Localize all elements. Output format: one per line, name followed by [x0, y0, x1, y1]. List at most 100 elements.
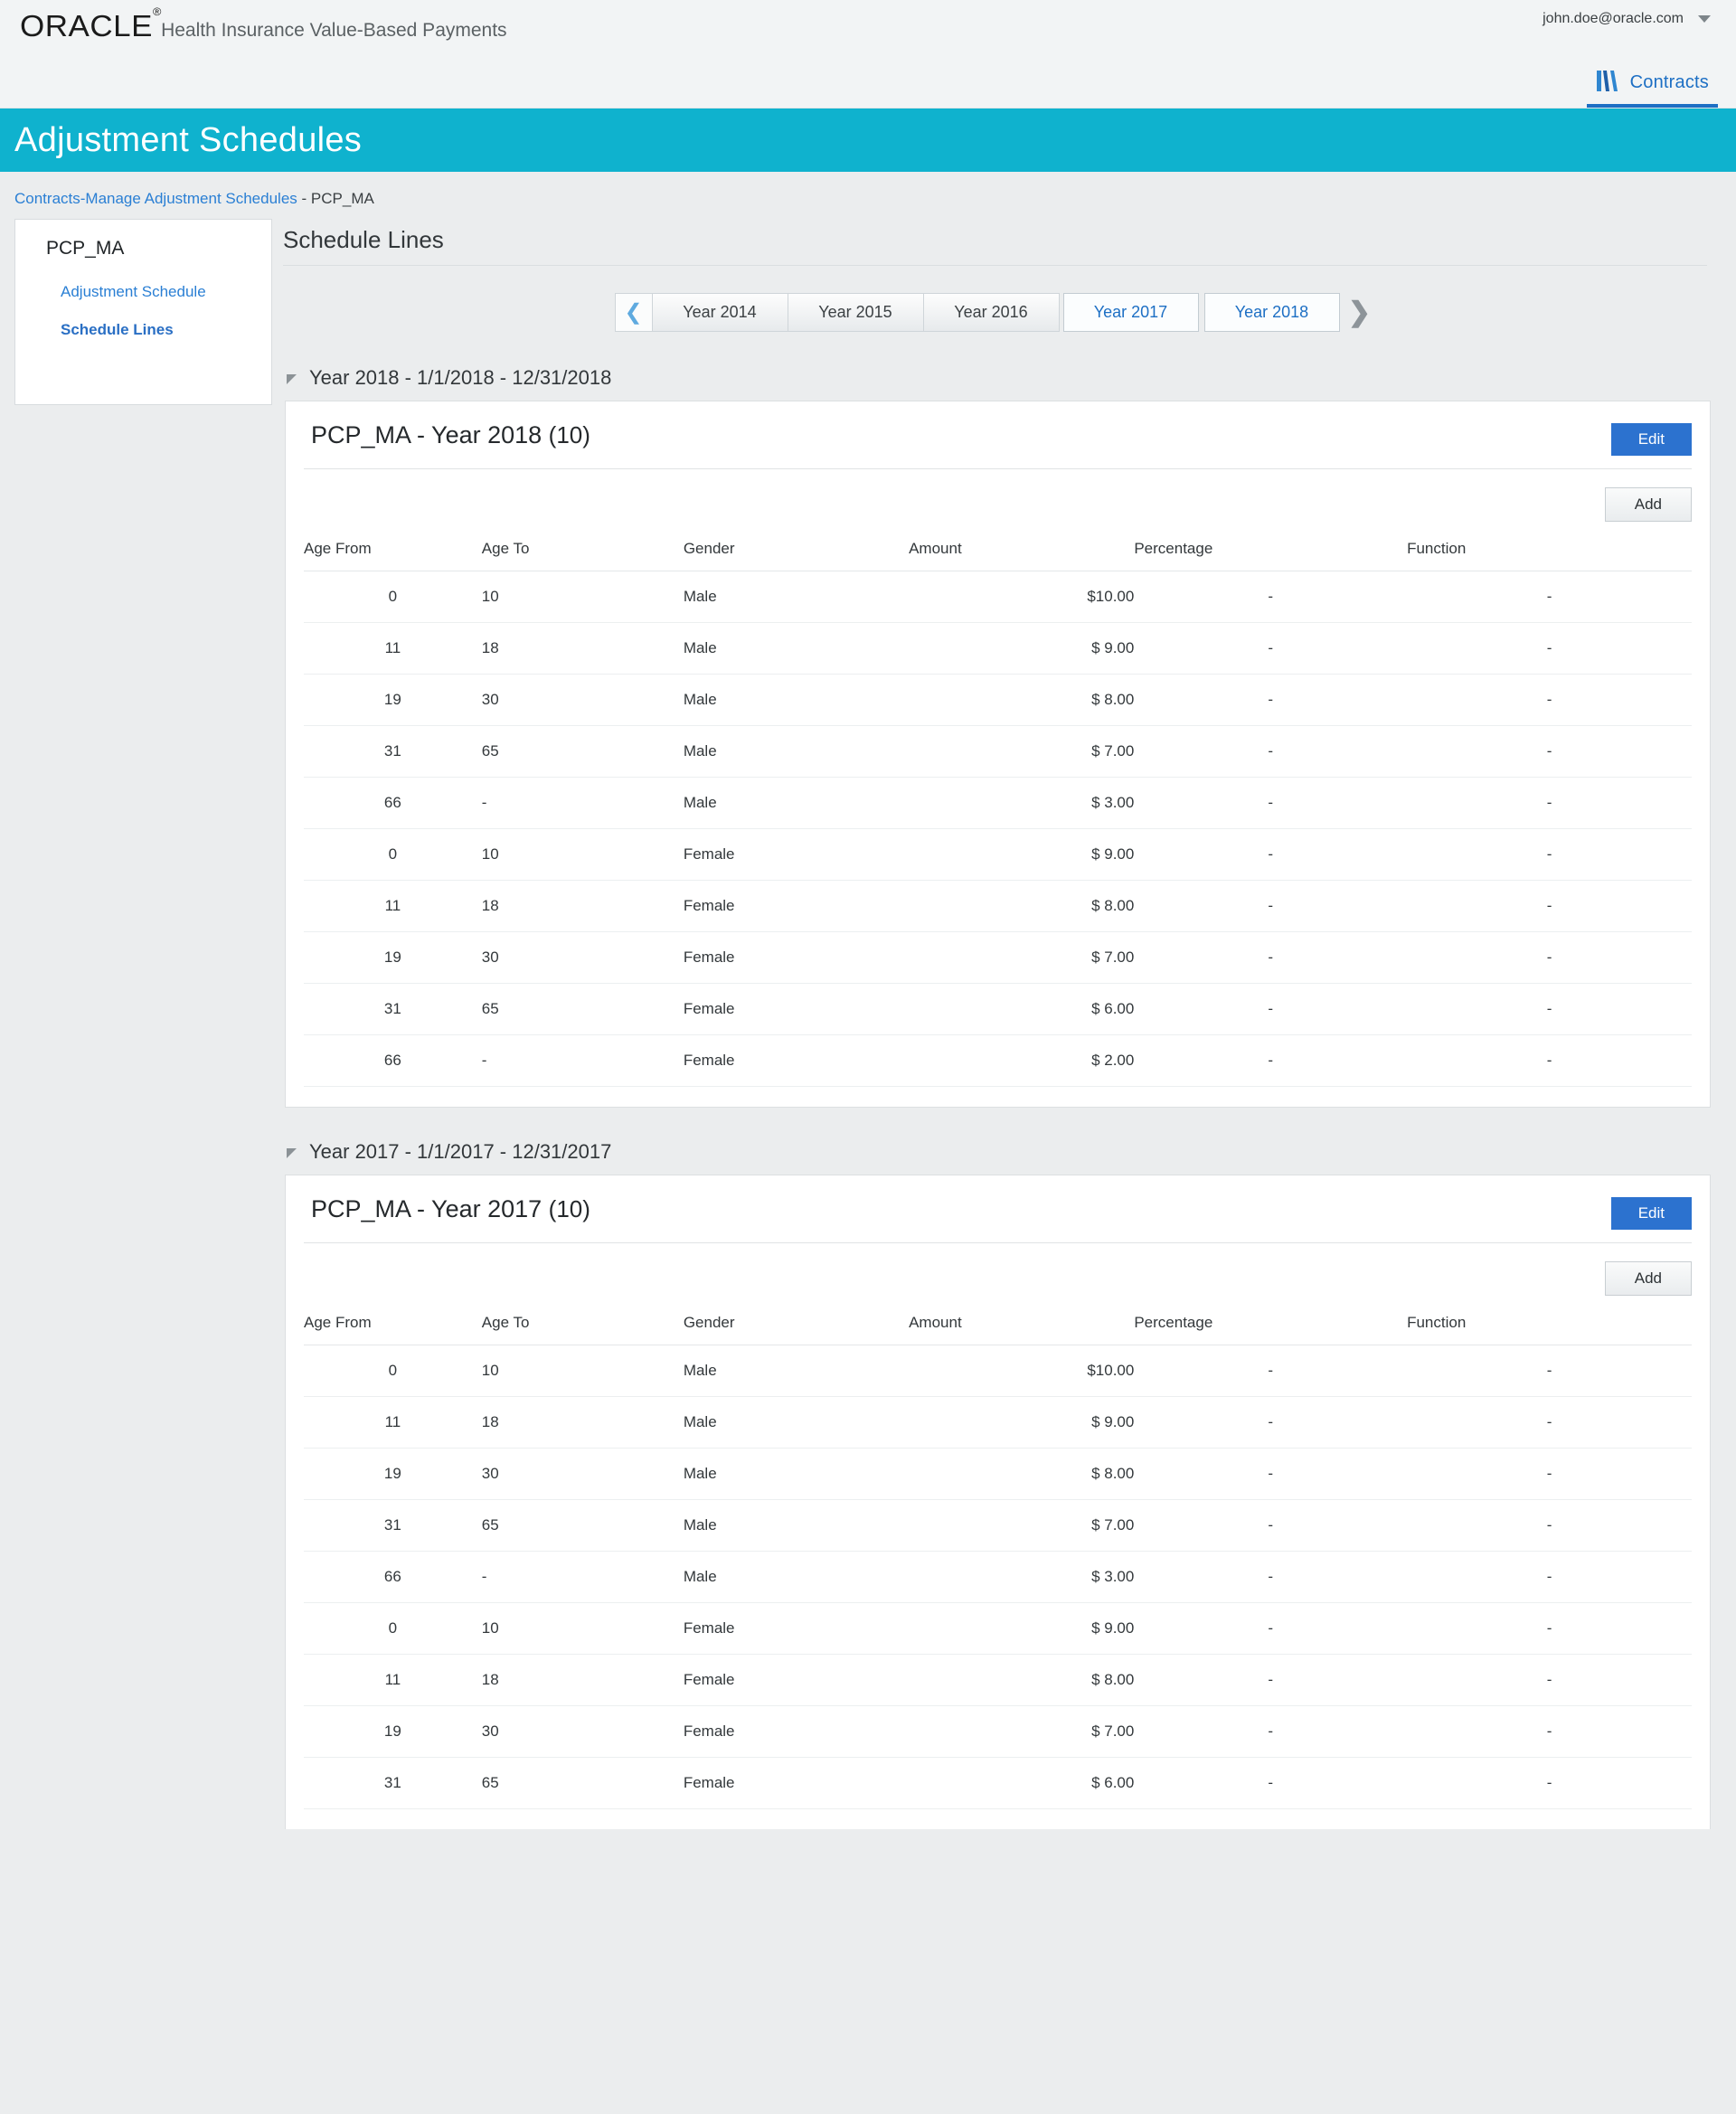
- add-button-2018[interactable]: Add: [1605, 487, 1692, 522]
- year-group-2018-header[interactable]: Year 2018 - 1/1/2018 - 12/31/2018: [283, 355, 1711, 401]
- table-row[interactable]: 66 - Female $ 2.00 - -: [304, 1035, 1692, 1087]
- schedule-table-2017-head: Age From Age To Gender Amount Percentage…: [304, 1308, 1692, 1345]
- table-row[interactable]: 19 30 Male $ 8.00 - -: [304, 675, 1692, 726]
- cell-age-to: 18: [482, 623, 684, 675]
- cell-age-from: 66: [304, 778, 482, 829]
- cell-function: -: [1407, 1500, 1692, 1552]
- cell-gender: Male: [684, 1552, 909, 1603]
- cell-age-from: 11: [304, 1655, 482, 1706]
- cell-percentage: -: [1134, 1552, 1407, 1603]
- cell-percentage: -: [1134, 1449, 1407, 1500]
- col-header-age-to: Age To: [482, 1308, 684, 1345]
- table-row[interactable]: 19 30 Female $ 7.00 - -: [304, 932, 1692, 984]
- col-header-percentage: Percentage: [1134, 534, 1407, 571]
- col-header-amount: Amount: [909, 1308, 1134, 1345]
- cell-amount: $10.00: [909, 571, 1134, 623]
- sidebar-item-adjustment-schedule[interactable]: Adjustment Schedule: [61, 283, 253, 301]
- breadcrumb-current: PCP_MA: [311, 190, 374, 207]
- table-row[interactable]: 11 18 Male $ 9.00 - -: [304, 623, 1692, 675]
- cell-percentage: -: [1134, 675, 1407, 726]
- cell-function: -: [1407, 1758, 1692, 1809]
- triangle-collapse-icon[interactable]: [287, 1148, 297, 1158]
- cell-age-from: 31: [304, 1500, 482, 1552]
- table-row[interactable]: 66 - Male $ 3.00 - -: [304, 1552, 1692, 1603]
- year-tab-2015[interactable]: Year 2015: [788, 293, 924, 332]
- cell-amount: $ 9.00: [909, 1603, 1134, 1655]
- cell-amount: $ 3.00: [909, 1552, 1134, 1603]
- cell-function: -: [1407, 675, 1692, 726]
- cell-gender: Male: [684, 1500, 909, 1552]
- cell-age-from: 66: [304, 1035, 482, 1087]
- cell-age-to: 65: [482, 984, 684, 1035]
- cell-function: -: [1407, 778, 1692, 829]
- cell-function: -: [1407, 1706, 1692, 1758]
- cell-age-from: 19: [304, 1449, 482, 1500]
- year-pager: ❮ Year 2014 Year 2015 Year 2016 Year 201…: [283, 293, 1711, 332]
- cell-percentage: -: [1134, 829, 1407, 881]
- breadcrumb: Contracts-Manage Adjustment Schedules - …: [0, 172, 1736, 219]
- table-row[interactable]: 11 18 Female $ 8.00 - -: [304, 1655, 1692, 1706]
- cell-amount: $ 7.00: [909, 726, 1134, 778]
- oracle-logo-text: ORACLE: [20, 9, 153, 42]
- add-button-2017[interactable]: Add: [1605, 1261, 1692, 1296]
- table-row[interactable]: 11 18 Male $ 9.00 - -: [304, 1397, 1692, 1449]
- table-row[interactable]: 31 65 Male $ 7.00 - -: [304, 726, 1692, 778]
- cell-age-from: 31: [304, 726, 482, 778]
- chevron-left-icon[interactable]: ❮: [615, 293, 653, 332]
- cell-gender: Male: [684, 1397, 909, 1449]
- page-title: Adjustment Schedules: [14, 121, 362, 160]
- year-tab-2014[interactable]: Year 2014: [653, 293, 788, 332]
- cell-age-to: -: [482, 1035, 684, 1087]
- chevron-down-icon[interactable]: [1698, 15, 1711, 23]
- table-row[interactable]: 0 10 Male $10.00 - -: [304, 1345, 1692, 1397]
- cell-amount: $ 6.00: [909, 984, 1134, 1035]
- table-row[interactable]: 31 65 Male $ 7.00 - -: [304, 1500, 1692, 1552]
- table-row[interactable]: 0 10 Female $ 9.00 - -: [304, 829, 1692, 881]
- product-name: Health Insurance Value-Based Payments: [161, 20, 507, 42]
- main-panel: Schedule Lines ❮ Year 2014 Year 2015 Yea…: [283, 219, 1711, 1833]
- cell-age-to: 18: [482, 1655, 684, 1706]
- year-tab-2018[interactable]: Year 2018: [1204, 293, 1340, 332]
- cell-age-from: 31: [304, 984, 482, 1035]
- table-row[interactable]: 0 10 Female $ 9.00 - -: [304, 1603, 1692, 1655]
- cell-age-from: 0: [304, 1603, 482, 1655]
- cell-gender: Female: [684, 881, 909, 932]
- table-row[interactable]: 19 30 Male $ 8.00 - -: [304, 1449, 1692, 1500]
- table-row[interactable]: 31 65 Female $ 6.00 - -: [304, 1758, 1692, 1809]
- body-row: PCP_MA Adjustment Schedule Schedule Line…: [0, 219, 1736, 1833]
- year-tab-2016[interactable]: Year 2016: [924, 293, 1060, 332]
- cell-percentage: -: [1134, 1500, 1407, 1552]
- sidebar-item-schedule-lines[interactable]: Schedule Lines: [61, 321, 253, 339]
- table-row[interactable]: 11 18 Female $ 8.00 - -: [304, 881, 1692, 932]
- schedule-table-2018-body: 0 10 Male $10.00 - - 11 18 Male: [304, 571, 1692, 1087]
- year-tab-2017[interactable]: Year 2017: [1063, 293, 1199, 332]
- cell-amount: $ 8.00: [909, 1449, 1134, 1500]
- breadcrumb-link-contracts[interactable]: Contracts-Manage Adjustment Schedules: [14, 190, 297, 207]
- cell-age-from: 31: [304, 1758, 482, 1809]
- cell-function: -: [1407, 726, 1692, 778]
- tab-contracts[interactable]: Contracts: [1587, 63, 1718, 108]
- table-row[interactable]: 31 65 Female $ 6.00 - -: [304, 984, 1692, 1035]
- table-row[interactable]: 0 10 Male $10.00 - -: [304, 571, 1692, 623]
- cell-function: -: [1407, 932, 1692, 984]
- table-header-row: Age From Age To Gender Amount Percentage…: [304, 534, 1692, 571]
- schedule-card-2018-head: PCP_MA - Year 2018 (10) Edit: [304, 401, 1692, 469]
- year-group-2017-header[interactable]: Year 2017 - 1/1/2017 - 12/31/2017: [283, 1129, 1711, 1175]
- sidebar-panel: PCP_MA Adjustment Schedule Schedule Line…: [14, 219, 272, 405]
- table-row[interactable]: 19 30 Female $ 7.00 - -: [304, 1706, 1692, 1758]
- cell-gender: Female: [684, 1706, 909, 1758]
- triangle-collapse-icon[interactable]: [287, 374, 297, 384]
- edit-button-2017[interactable]: Edit: [1611, 1197, 1692, 1230]
- edit-button-2018[interactable]: Edit: [1611, 423, 1692, 456]
- schedule-card-2018-title-text: PCP_MA - Year 2018: [311, 421, 549, 448]
- user-menu[interactable]: john.doe@oracle.com: [1543, 11, 1711, 27]
- col-header-function: Function: [1407, 1308, 1692, 1345]
- cell-function: -: [1407, 1035, 1692, 1087]
- page-content: Contracts-Manage Adjustment Schedules - …: [0, 172, 1736, 2114]
- cell-gender: Male: [684, 1345, 909, 1397]
- table-row[interactable]: 66 - Male $ 3.00 - -: [304, 778, 1692, 829]
- chevron-right-icon[interactable]: ❯: [1340, 293, 1380, 332]
- cell-age-to: 10: [482, 1345, 684, 1397]
- app-header: ORACLE® Health Insurance Value-Based Pay…: [0, 0, 1736, 109]
- cell-age-to: 30: [482, 675, 684, 726]
